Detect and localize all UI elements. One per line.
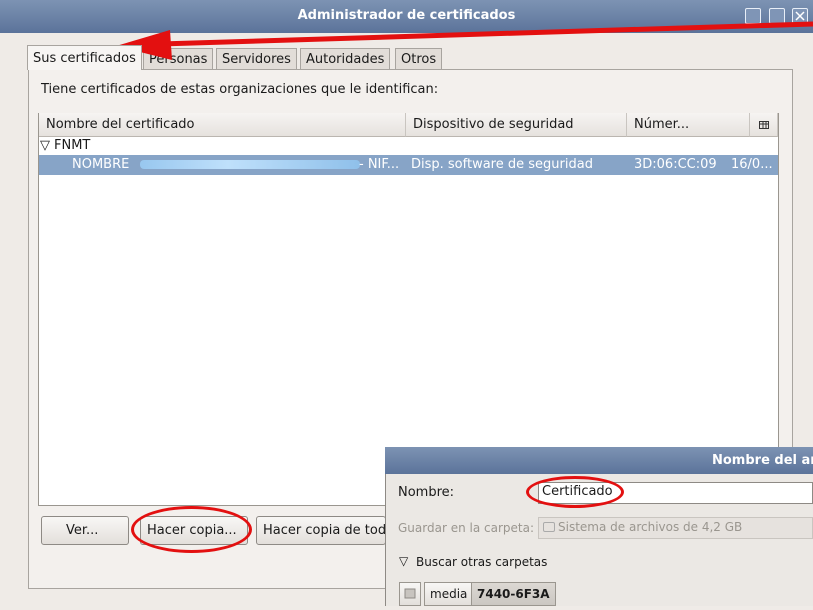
drive-icon [543,522,555,532]
view-button[interactable]: Ver... [41,516,129,545]
tab-otros[interactable]: Otros [395,48,443,69]
redacted-name [140,160,360,169]
tab-sus-certificados[interactable]: Sus certificados [27,45,142,70]
cert-name-prefix: NOMBRE [72,157,130,172]
panel-description: Tiene certificados de estas organizacion… [41,82,439,97]
group-fnmt[interactable]: FNMT [54,138,90,154]
folder-value: Sistema de archivos de 4,2 GB [558,520,743,534]
close-icon[interactable] [792,8,808,24]
browse-expander-icon[interactable]: ▽ [399,554,408,568]
browse-folders-toggle[interactable]: Buscar otras carpetas [416,555,547,569]
annotation-circle-backup [131,506,252,553]
path-back-button[interactable] [399,582,421,606]
minimize-icon[interactable] [745,8,761,24]
column-picker-icon[interactable] [750,113,778,137]
cert-expires: 16/0... [731,157,773,172]
backup-all-button[interactable]: Hacer copia de tod [256,516,386,545]
path-crumb-volume[interactable]: 7440-6F3A [471,582,556,606]
column-header-device[interactable]: Dispositivo de seguridad [406,113,627,137]
cert-device: Disp. software de seguridad [411,157,593,172]
filename-label: Nombre: [398,485,455,500]
column-header-serial[interactable]: Númer... [627,113,750,137]
tab-personas[interactable]: Personas [143,48,214,69]
maximize-icon[interactable] [769,8,785,24]
save-dialog-title: Nombre del arch [712,453,813,468]
folder-label: Guardar en la carpeta: [398,521,534,535]
tab-servidores[interactable]: Servidores [216,48,297,69]
window-title: Administrador de certificados [297,8,516,23]
cert-serial: 3D:06:CC:09 [634,157,717,172]
tree-expander-icon[interactable]: ▽ [40,138,50,154]
cert-name-suffix: - NIF... [359,157,400,172]
tab-autoridades[interactable]: Autoridades [300,48,391,69]
column-header-name[interactable]: Nombre del certificado [39,113,406,137]
path-crumb-media[interactable]: media [424,582,474,606]
annotation-circle-filename [526,476,624,508]
